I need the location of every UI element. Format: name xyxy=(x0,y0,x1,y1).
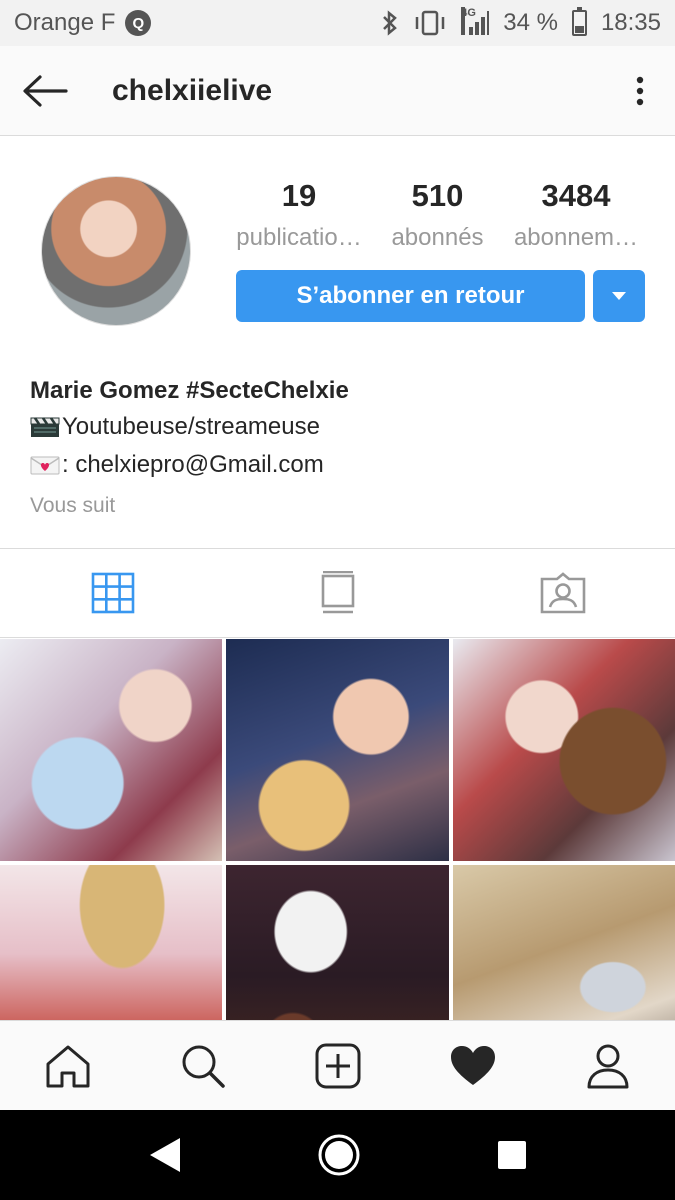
nav-add[interactable] xyxy=(298,1026,378,1106)
bottom-navigation xyxy=(0,1020,675,1110)
photo-grid xyxy=(0,639,675,1020)
clock: 18:35 xyxy=(600,9,661,36)
status-bar: Orange F Q 4G 34 % 18:35 xyxy=(0,0,675,46)
follows-you-label: Vous suit xyxy=(30,494,116,517)
network-type: 4G xyxy=(461,7,476,35)
bio-text[interactable]: : chelxiepro@Gmail.com xyxy=(62,446,324,484)
more-options-button[interactable] xyxy=(605,46,675,136)
battery-percent: 34 % xyxy=(503,9,558,36)
tab-tagged[interactable] xyxy=(450,549,675,637)
follow-back-button[interactable]: S’abonner en retour xyxy=(236,270,585,322)
app-bar: chelxiielive xyxy=(0,46,675,136)
stat-label: publicatio… xyxy=(236,224,362,251)
system-home-icon[interactable] xyxy=(317,1133,361,1177)
profile-tabs xyxy=(0,548,675,638)
grid-photo[interactable] xyxy=(0,865,222,1020)
bluetooth-icon xyxy=(383,10,398,36)
nav-search[interactable] xyxy=(163,1026,243,1106)
tagged-icon xyxy=(540,572,585,614)
stat-label: abonnés xyxy=(391,224,484,251)
tab-grid[interactable] xyxy=(0,549,225,637)
back-button[interactable] xyxy=(0,46,90,136)
grid-photo[interactable] xyxy=(226,865,449,1020)
grid-icon xyxy=(91,572,134,614)
grid-photo[interactable] xyxy=(453,639,675,861)
stat-value: 19 xyxy=(281,178,317,213)
arrow-left-icon xyxy=(23,74,68,107)
stat-posts[interactable]: 19 publicatio… xyxy=(230,176,368,260)
signal-icon: 4G xyxy=(461,7,490,35)
nav-profile[interactable] xyxy=(568,1026,648,1106)
suggestions-dropdown-button[interactable] xyxy=(593,270,645,322)
grid-photo[interactable] xyxy=(0,639,222,861)
avatar[interactable] xyxy=(41,176,191,326)
stat-label: abonnem… xyxy=(513,224,639,251)
system-back-icon[interactable] xyxy=(148,1136,182,1174)
system-navigation xyxy=(0,1110,675,1200)
clapper-board-icon xyxy=(30,417,60,437)
love-letter-icon xyxy=(30,456,60,475)
system-recents-icon[interactable] xyxy=(496,1139,528,1171)
bio: Marie Gomez #SecteChelxie Youtubeuse/str… xyxy=(30,374,650,526)
profile-header: 19 publicatio… 510 abonnés 3484 abonnem…… xyxy=(0,136,675,548)
nav-activity[interactable] xyxy=(433,1026,513,1106)
battery-fill xyxy=(574,25,584,33)
notification-icon: Q xyxy=(125,10,152,36)
battery-icon xyxy=(571,7,587,36)
stat-value: 510 xyxy=(411,178,464,213)
tab-feed[interactable] xyxy=(225,549,450,637)
chevron-down-icon xyxy=(612,292,626,300)
bio-text: Youtubeuse/streameuse xyxy=(62,413,320,440)
carrier-name: Orange F xyxy=(14,9,116,36)
feed-icon xyxy=(321,571,354,614)
search-icon xyxy=(182,1045,225,1088)
profile-username: chelxiielive xyxy=(112,73,273,107)
stat-followers[interactable]: 510 abonnés xyxy=(369,176,507,260)
grid-photo[interactable] xyxy=(226,639,449,861)
grid-photo[interactable] xyxy=(453,865,675,1020)
add-icon xyxy=(315,1043,360,1088)
bio-line-email: : chelxiepro@Gmail.com xyxy=(30,446,650,484)
stat-following[interactable]: 3484 abonnem… xyxy=(507,176,645,260)
vibrate-icon xyxy=(415,10,445,36)
carrier: Orange F Q xyxy=(14,9,152,37)
profile-stats: 19 publicatio… 510 abonnés 3484 abonnem… xyxy=(230,176,645,260)
full-name: Marie Gomez #SecteChelxie xyxy=(30,377,349,404)
heart-icon xyxy=(450,1045,495,1085)
nav-home[interactable] xyxy=(28,1026,108,1106)
more-vertical-icon xyxy=(636,76,644,105)
bio-line-job: Youtubeuse/streameuse xyxy=(30,408,650,446)
home-icon xyxy=(46,1045,89,1087)
profile-icon xyxy=(587,1044,628,1088)
stat-value: 3484 xyxy=(541,178,611,213)
status-icons: 4G 34 % 18:35 xyxy=(381,7,661,37)
